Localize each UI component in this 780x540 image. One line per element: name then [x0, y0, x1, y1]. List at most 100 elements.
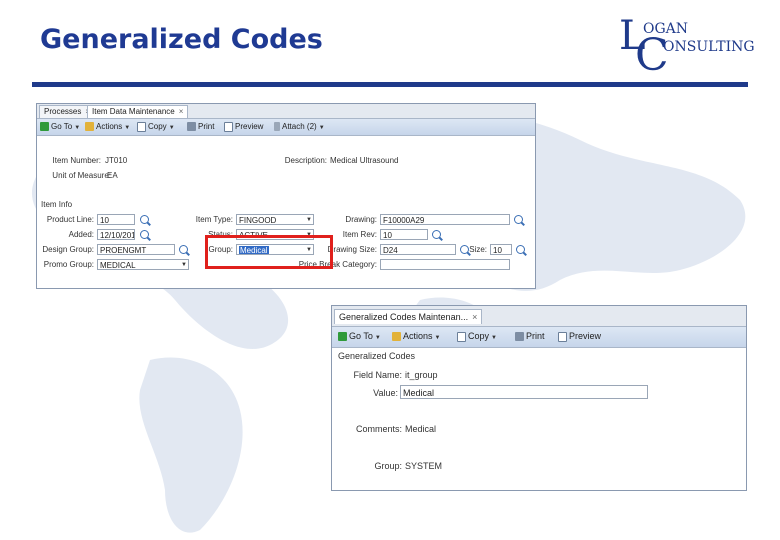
uom-label: Unit of Measure: [52, 171, 111, 180]
search-icon[interactable] [432, 230, 441, 239]
item-rev-field[interactable]: 10 [380, 229, 428, 240]
search-icon[interactable] [514, 215, 523, 224]
promo-group-label: Promo Group: [43, 260, 94, 269]
attach-button[interactable]: Attach (2) ▼ [274, 121, 325, 133]
size-label: Size: [469, 245, 487, 254]
drawing-size-field[interactable]: D24 [380, 244, 456, 255]
preview-button[interactable]: Preview [224, 121, 263, 133]
chevron-down-icon: ▼ [374, 335, 381, 341]
drawing-field[interactable]: F10000A29 [380, 214, 510, 225]
print-label: Print [526, 331, 545, 341]
item-type-label: Item Type: [195, 215, 233, 224]
preview-icon [558, 331, 567, 342]
print-icon [515, 332, 524, 342]
tab-strip: Generalized Codes Maintenan... × [332, 306, 746, 327]
tab-strip: Processes × Item Data Maintenance × [37, 104, 535, 119]
goto-button[interactable]: Go To ▼ [40, 121, 80, 133]
description-label: Description: [284, 156, 327, 165]
paperclip-icon [274, 122, 280, 132]
design-group-field[interactable]: PROENGMT [97, 244, 175, 255]
design-group-label: Design Group: [42, 245, 94, 254]
value-field[interactable]: Medical [400, 385, 648, 399]
copy-button[interactable]: Copy ▼ [137, 121, 175, 133]
goto-icon [40, 122, 49, 132]
description-value: Medical Ultrasound [330, 156, 399, 165]
value-label: Value: [373, 388, 398, 398]
actions-button[interactable]: Actions ▼ [85, 121, 130, 133]
tab-label: Item Data Maintenance [92, 107, 175, 116]
copy-icon [137, 121, 146, 132]
drawing-size-label: Drawing Size: [327, 245, 377, 254]
lightning-icon [392, 332, 401, 342]
size-field[interactable]: 10 [490, 244, 512, 255]
copy-label: Copy [468, 331, 490, 341]
added-field[interactable]: 12/10/2012 [97, 229, 135, 240]
search-icon[interactable] [140, 215, 149, 224]
item-rev-label: Item Rev: [342, 230, 377, 239]
item-number-label: Item Number: [52, 156, 101, 165]
copy-button[interactable]: Copy ▼ [457, 330, 497, 342]
goto-label: Go To [349, 331, 373, 341]
preview-label: Preview [569, 331, 602, 341]
tab-generalized-codes[interactable]: Generalized Codes Maintenan... × [334, 309, 483, 324]
lightning-icon [85, 122, 94, 132]
comments-value: Medical [405, 424, 437, 434]
copy-icon [457, 331, 466, 342]
chevron-down-icon: ▼ [74, 125, 81, 131]
chevron-down-icon: ▼ [181, 262, 187, 268]
chevron-down-icon: ▼ [124, 125, 131, 131]
price-break-field[interactable] [380, 259, 510, 270]
preview-icon [224, 121, 233, 132]
preview-button[interactable]: Preview [558, 330, 601, 342]
attach-label: Attach (2) [282, 122, 317, 131]
actions-button[interactable]: Actions ▼ [392, 330, 440, 342]
added-label: Added: [68, 230, 94, 239]
promo-group-value: MEDICAL [100, 261, 136, 270]
product-line-label: Product Line: [46, 215, 94, 224]
item-type-select[interactable]: FINGOOD ▼ [236, 214, 314, 225]
copy-label: Copy [148, 122, 167, 131]
slide-title: Generalized Codes [40, 24, 323, 55]
field-name-value: it_group [405, 370, 438, 380]
product-line-field[interactable]: 10 [97, 214, 135, 225]
print-icon [187, 122, 196, 132]
goto-icon [338, 332, 347, 342]
print-button[interactable]: Print [515, 330, 545, 342]
item-type-value: FINGOOD [239, 216, 277, 225]
uom-value: EA [107, 171, 118, 180]
close-icon[interactable]: × [179, 107, 184, 116]
title-rule [32, 82, 748, 87]
chevron-down-icon: ▼ [491, 335, 497, 341]
chevron-down-icon: ▼ [168, 125, 175, 131]
tab-label: Generalized Codes Maintenan... [339, 312, 469, 322]
group-highlight-box [205, 235, 333, 269]
actions-label: Actions [96, 122, 123, 131]
search-icon[interactable] [140, 230, 149, 239]
chevron-down-icon: ▼ [306, 217, 312, 223]
promo-group-select[interactable]: MEDICAL ▼ [97, 259, 189, 270]
search-icon[interactable] [516, 245, 525, 254]
generalized-codes-window: Generalized Codes Maintenan... × Go To ▼ A… [331, 305, 747, 491]
drawing-label: Drawing: [345, 215, 377, 224]
chevron-down-icon: ▼ [434, 335, 441, 341]
goto-button[interactable]: Go To ▼ [338, 330, 381, 342]
close-icon[interactable]: × [472, 312, 477, 322]
group-label: Group: [374, 461, 402, 471]
print-button[interactable]: Print [187, 121, 214, 133]
tab-label: Processes [44, 107, 82, 116]
toolbar: Go To ▼ Actions ▼ Copy ▼ Print Preview Atta… [37, 119, 535, 136]
comments-label: Comments: [355, 424, 402, 434]
goto-label: Go To [51, 122, 73, 131]
item-info-section: Item Info [41, 200, 73, 209]
chevron-down-icon: ▼ [318, 125, 325, 131]
group-value: SYSTEM [405, 461, 443, 471]
tab-item-data-maintenance[interactable]: Item Data Maintenance × [87, 105, 189, 118]
logo-word-onsulting: ONSULTING [663, 39, 755, 55]
item-data-window: Processes× Item Data Maintenance× Go To▼… [36, 103, 536, 289]
print-label: Print [198, 122, 215, 131]
generalized-codes-section: Generalized Codes [338, 351, 416, 361]
field-name-label: Field Name: [353, 370, 402, 380]
toolbar: Go To ▼ Actions ▼ Copy ▼ Print Preview [332, 327, 746, 348]
preview-label: Preview [235, 122, 264, 131]
company-logo: L OGAN C ONSULTING [615, 16, 755, 78]
